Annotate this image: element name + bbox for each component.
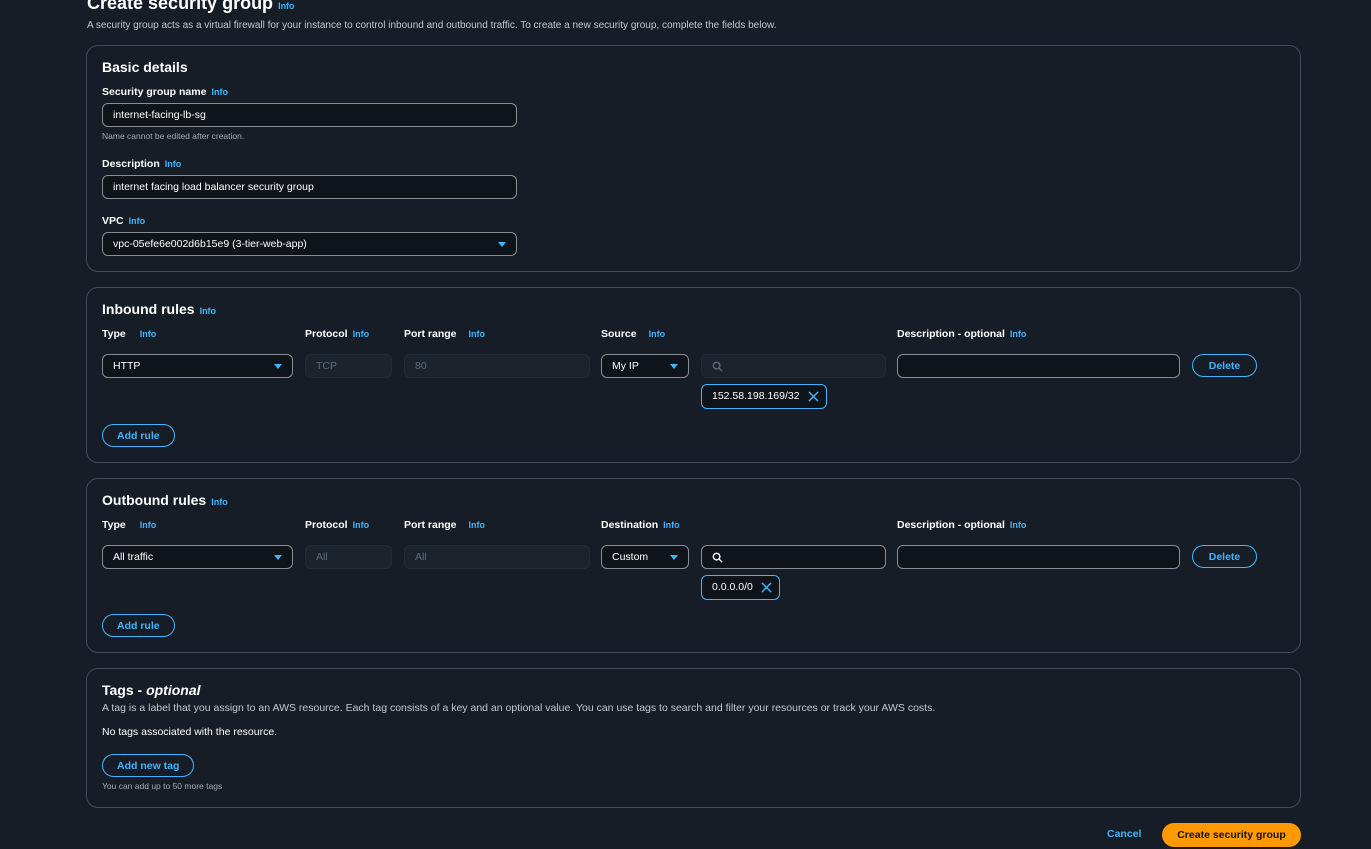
outbound-port-info-link[interactable]: Info [469,520,486,530]
outbound-type-info-link[interactable]: Info [140,520,157,530]
outbound-description-input[interactable] [897,545,1180,569]
vpc-info-link[interactable]: Info [129,216,146,226]
inbound-port-field: 80 [404,354,590,378]
inbound-protocol-info-link[interactable]: Info [353,329,370,339]
tags-title: Tags - optional [102,682,201,698]
outbound-destination-header: Destination Info [601,519,680,531]
inbound-rules-info-link[interactable]: Info [200,306,217,316]
tags-title-optional: optional [146,682,201,698]
inbound-source-value: My IP [612,360,639,372]
inbound-protocol-header: Protocol Info [305,328,370,340]
outbound-protocol-field: All [305,545,392,569]
inbound-source-search-input[interactable] [701,354,886,378]
inbound-rules-title: Inbound rules Info [102,301,217,317]
outbound-type-header: Type Info [102,519,157,531]
description-info-link[interactable]: Info [165,159,182,169]
inbound-port-header: Port range Info [404,328,486,340]
outbound-destination-token-label: 0.0.0.0/0 [712,581,753,593]
tags-panel: Tags - optional A tag is a label that yo… [86,668,1301,808]
inbound-source-token: 152.58.198.169/32 [701,384,827,409]
outbound-type-select[interactable]: All traffic [102,545,293,569]
basic-details-panel: Basic details Security group name Info in… [86,45,1301,272]
page-info-link[interactable]: Info [278,1,295,11]
inbound-rules-panel: Inbound rules Info Type Info Protocol Info … [86,287,1301,463]
outbound-port-header: Port range Info [404,519,486,531]
inbound-description-header: Description - optional Info [897,328,1027,340]
inbound-type-header: Type Info [102,328,157,340]
page-title: Create security group Info [87,0,295,13]
inbound-type-info-link[interactable]: Info [140,329,157,339]
tags-limit-hint: You can add up to 50 more tags [102,781,223,791]
outbound-destination-search-input[interactable] [701,545,886,569]
inbound-add-rule-button[interactable]: Add rule [102,424,175,447]
outbound-description-header: Description - optional Info [897,519,1027,531]
outbound-description-info-link[interactable]: Info [1010,520,1027,530]
inbound-source-select[interactable]: My IP [601,354,689,378]
security-group-name-hint: Name cannot be edited after creation. [102,131,245,141]
inbound-source-header: Source Info [601,328,666,340]
security-group-name-info-link[interactable]: Info [211,87,228,97]
search-icon [712,361,723,372]
outbound-rules-panel: Outbound rules Info Type Info Protocol Info… [86,478,1301,653]
tags-empty-message: No tags associated with the resource. [102,726,278,738]
description-label: Description Info [102,158,182,170]
outbound-protocol-info-link[interactable]: Info [353,520,370,530]
basic-details-title: Basic details [102,59,188,75]
inbound-description-info-link[interactable]: Info [1010,329,1027,339]
caret-down-icon [498,242,506,247]
vpc-select[interactable]: vpc-05efe6e002d6b15e9 (3-tier-web-app) [102,232,517,256]
outbound-destination-select[interactable]: Custom [601,545,689,569]
security-group-name-label: Security group name Info [102,86,228,98]
outbound-add-rule-button[interactable]: Add rule [102,614,175,637]
vpc-select-value: vpc-05efe6e002d6b15e9 (3-tier-web-app) [113,238,307,250]
caret-down-icon [670,364,678,369]
caret-down-icon [670,555,678,560]
outbound-protocol-header: Protocol Info [305,519,370,531]
vpc-label: VPC Info [102,215,146,227]
outbound-destination-token: 0.0.0.0/0 [701,575,780,600]
inbound-description-input[interactable] [897,354,1180,378]
outbound-port-field: All [404,545,590,569]
outbound-rules-info-link[interactable]: Info [211,497,228,507]
inbound-port-info-link[interactable]: Info [469,329,486,339]
security-group-name-input[interactable]: internet-facing-lb-sg [102,103,517,127]
cancel-button[interactable]: Cancel [1107,828,1141,840]
outbound-type-value: All traffic [113,551,154,563]
close-icon[interactable] [761,582,772,593]
description-input[interactable]: internet facing load balancer security g… [102,175,517,199]
caret-down-icon [274,364,282,369]
inbound-delete-button[interactable]: Delete [1192,354,1257,377]
tags-description: A tag is a label that you assign to an A… [102,702,936,714]
inbound-source-token-label: 152.58.198.169/32 [712,390,800,402]
outbound-rules-title: Outbound rules Info [102,492,228,508]
add-new-tag-button[interactable]: Add new tag [102,754,195,777]
inbound-type-value: HTTP [113,360,141,372]
inbound-source-info-link[interactable]: Info [649,329,666,339]
create-security-group-button[interactable]: Create security group [1162,823,1301,847]
outbound-delete-button[interactable]: Delete [1192,545,1257,568]
outbound-destination-value: Custom [612,551,649,563]
close-icon[interactable] [807,391,819,402]
caret-down-icon [274,555,282,560]
inbound-protocol-field: TCP [305,354,392,378]
outbound-destination-info-link[interactable]: Info [663,520,680,530]
page-description: A security group acts as a virtual firew… [87,20,777,31]
inbound-type-select[interactable]: HTTP [102,354,293,378]
search-icon [712,552,723,563]
